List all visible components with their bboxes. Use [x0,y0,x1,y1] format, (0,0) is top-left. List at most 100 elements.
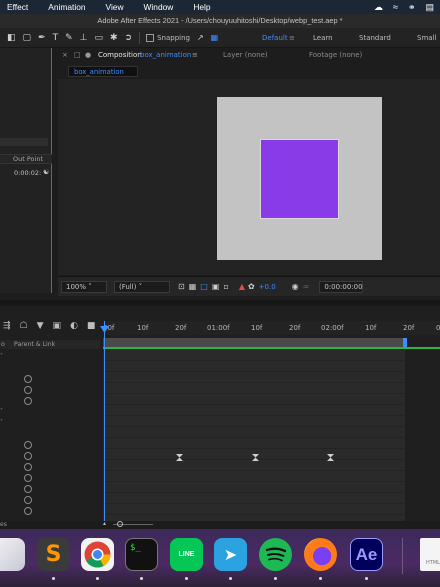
current-time-indicator[interactable] [104,321,105,521]
shy-layers-icon[interactable]: ▼ [37,321,44,331]
track-divider [103,382,405,383]
line-app-icon[interactable]: LINE [170,538,203,571]
mask-visibility-icon[interactable]: □ [200,282,208,291]
comp-mini-flowchart-icon[interactable]: ⇶ [3,321,11,331]
keyframe-icon[interactable] [327,454,334,461]
expand-chevron-icon[interactable]: ˅ [0,408,3,415]
pick-whip-icon[interactable] [24,507,32,515]
time-zoom-slider-handle[interactable] [117,521,123,527]
menu-animation[interactable]: Animation [41,2,85,12]
snap-grid-icon[interactable]: ▦ [211,33,219,42]
workspace-learn[interactable]: Learn [313,28,333,48]
menu-window[interactable]: Window [137,2,174,12]
firefox-app-icon[interactable] [304,538,337,571]
composition-navigator-tab[interactable]: box_animation [68,66,138,77]
headphones-icon[interactable]: ⚭ [408,2,416,13]
pick-whip-icon[interactable] [24,485,32,493]
workspace-default[interactable]: Default [262,28,288,48]
wifi-icon[interactable]: ≈ [393,2,398,12]
track-divider [103,448,405,449]
exposure-value[interactable]: +0.0 [259,283,276,291]
close-tab-icon[interactable]: × [62,48,68,63]
clone-stamp-tool-icon[interactable]: ⊥ [80,33,88,43]
ruler-tick: 01:00f [207,324,230,332]
region-of-interest-icon[interactable]: ⊡ [178,282,185,291]
expand-chevron-icon[interactable]: ˅ [0,419,3,426]
keyframe-icon[interactable] [252,454,259,461]
keyframe-icon[interactable] [176,454,183,461]
track-divider [103,503,405,504]
menu-help[interactable]: Help [186,2,210,12]
layer-tab[interactable]: Layer (none) [223,48,268,63]
roto-brush-tool-icon[interactable]: ✱ [110,33,118,43]
html-document-icon[interactable]: HTML [420,538,440,571]
resolution-dropdown[interactable]: (Full) ˅ [114,280,170,293]
color-channels-icon[interactable]: ▲ [239,282,245,291]
flowchart-icon[interactable]: ☯ [43,168,49,176]
composition-tab-name[interactable]: box_animation [140,48,191,63]
workspace-small-screen[interactable]: Small S [417,28,440,62]
project-search-bar[interactable] [0,138,48,146]
work-area-bar[interactable] [103,338,405,347]
snap-options-icon[interactable]: ↗ [197,33,204,42]
project-column-header: Out Point [0,154,52,164]
pick-whip-icon[interactable] [24,441,32,449]
zoom-out-mountain-icon[interactable]: ▴ [103,520,106,527]
brush-tool-icon[interactable]: ✎ [65,33,73,43]
timeline-tracks[interactable] [103,349,440,521]
show-snapshot-icon[interactable]: ∞ [303,282,310,291]
zoom-dropdown[interactable]: 100% ˅ [61,280,107,293]
pick-whip-icon[interactable] [24,452,32,460]
snapshot-camera-icon[interactable]: ◉ [292,282,299,291]
sublime-text-app-icon[interactable]: S [37,538,70,571]
footage-tab[interactable]: Footage (none) [309,48,362,63]
spotify-waves-icon [265,547,287,562]
toolbar-divider [139,31,141,44]
puppet-pin-tool-icon[interactable]: ➲ [125,33,133,43]
view-layout-icon[interactable]: ▣ [212,282,220,291]
out-point-value: 0:00:02: [14,169,42,177]
pick-whip-icon[interactable] [24,375,32,383]
terminal-app-icon[interactable]: $_ [125,538,158,571]
workspace-menu-icon[interactable]: ≡ [289,28,295,48]
eraser-tool-icon[interactable]: ▭ [94,33,103,43]
window-title: Adobe After Effects 2021 - /Users/chouyu… [0,14,440,28]
ruler-tick: 20f [175,324,187,332]
snapping-checkbox[interactable] [146,33,155,42]
lock-icon[interactable]: □ [74,48,81,63]
menu-effect[interactable]: Effect [0,2,28,12]
purple-box-layer[interactable] [260,139,339,219]
tab-menu-icon[interactable]: ≡ [192,48,198,63]
creative-cloud-icon[interactable]: ☁ [374,2,383,13]
guides-icon[interactable]: ▫ [223,282,228,291]
type-tool-icon[interactable]: T [53,33,59,43]
menu-view[interactable]: View [99,2,124,12]
pick-whip-icon[interactable] [24,397,32,405]
time-ruler[interactable]: 00f 10f 20f 01:00f 10f 20f 02:00f 10f 20… [103,321,440,335]
frame-blending-icon[interactable]: ▣ [53,321,62,331]
pan-behind-tool-icon[interactable]: ◧ [7,33,16,43]
expand-chevron-icon[interactable]: ˅ [0,353,3,360]
composition-tab-prefix[interactable]: Composition [98,48,142,63]
work-area-end-handle[interactable] [403,338,407,347]
pen-tool-icon[interactable]: ✒ [38,33,46,43]
pick-whip-icon[interactable] [24,386,32,394]
telegram-app-icon[interactable]: ➤ [214,538,247,571]
graph-editor-icon[interactable]: ■ [87,321,96,331]
color-management-icon[interactable]: ✿ [248,282,255,291]
workspace-standard[interactable]: Standard [359,28,391,48]
pick-whip-icon[interactable] [24,463,32,471]
shape-tool-icon[interactable]: ▢ [23,33,32,43]
after-effects-app-icon[interactable]: Ae [350,538,383,571]
control-center-icon[interactable]: ▤ [425,2,434,13]
pick-whip-icon[interactable] [24,496,32,504]
chrome-app-icon[interactable] [81,538,114,571]
launchpad-app-icon[interactable] [0,538,25,571]
pick-whip-icon[interactable] [24,474,32,482]
running-indicator [185,577,188,580]
draft-3d-icon[interactable]: ☖ [20,321,28,331]
spotify-app-icon[interactable] [259,538,292,571]
viewer-timecode[interactable]: 0:00:00:00 [319,280,364,293]
motion-blur-icon[interactable]: ◐ [70,321,78,331]
transparency-grid-icon[interactable]: ▦ [189,282,197,291]
